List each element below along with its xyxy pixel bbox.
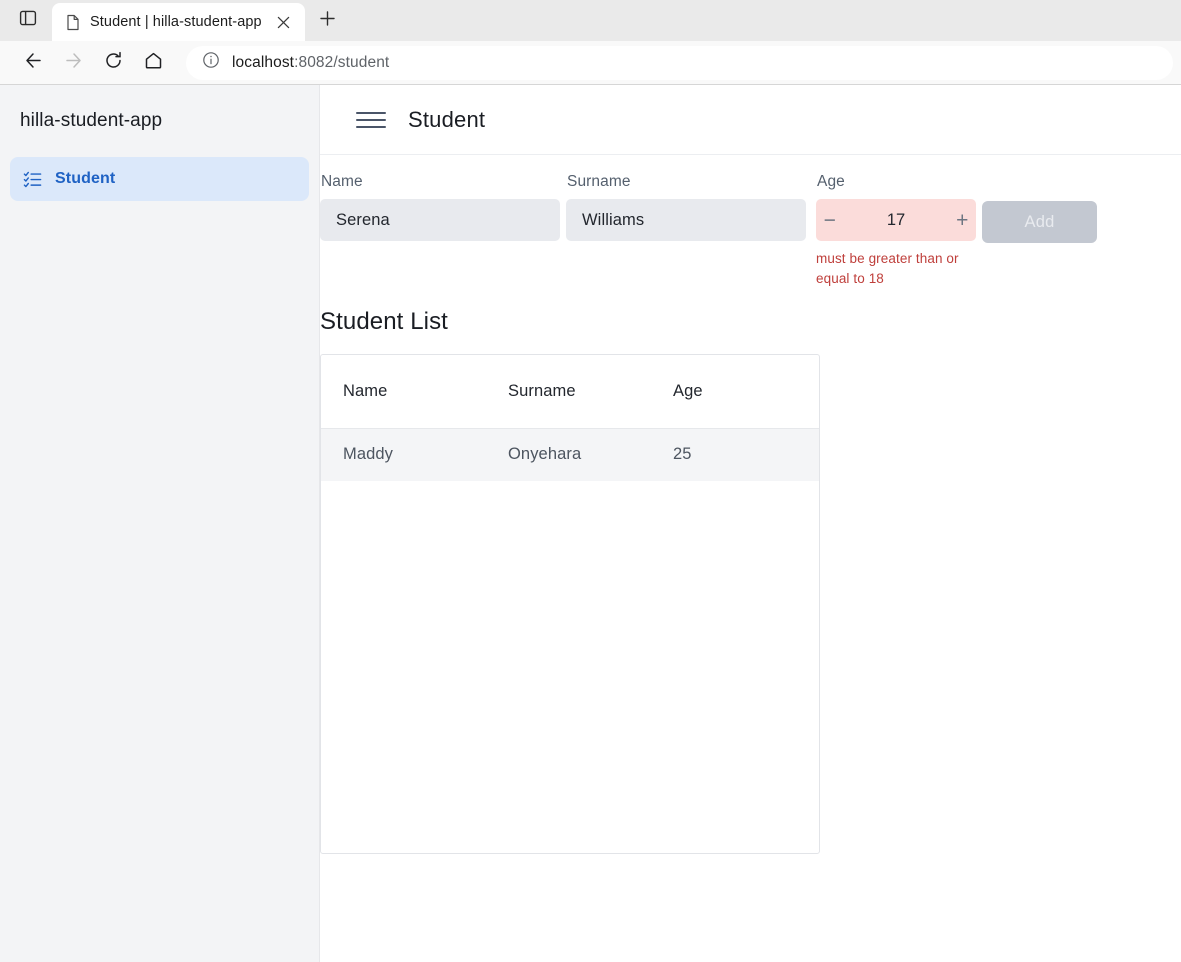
content-area: Name Surname Age − + must be greater tha… bbox=[320, 155, 1181, 962]
browser-toolbar: localhost:8082/student bbox=[0, 41, 1181, 85]
browser-tab-active[interactable]: Student | hilla-student-app bbox=[52, 3, 305, 41]
add-button[interactable]: Add bbox=[982, 201, 1097, 243]
age-input[interactable] bbox=[843, 210, 949, 230]
grid-header-age[interactable]: Age bbox=[651, 382, 791, 401]
grid-body: Maddy Onyehara 25 bbox=[321, 428, 819, 853]
checklist-icon bbox=[22, 169, 42, 189]
reload-icon bbox=[103, 50, 124, 76]
hamburger-icon[interactable] bbox=[356, 105, 386, 135]
tab-search-button[interactable] bbox=[10, 2, 46, 38]
student-form: Name Surname Age − + must be greater tha… bbox=[320, 155, 1181, 290]
browser-tab-title: Student | hilla-student-app bbox=[90, 14, 262, 30]
browser-chrome: Student | hilla-student-app localhost:80… bbox=[0, 0, 1181, 85]
arrow-right-icon bbox=[63, 50, 84, 76]
surname-input[interactable] bbox=[566, 199, 806, 241]
sidebar-item-student[interactable]: Student bbox=[10, 157, 309, 201]
back-button[interactable] bbox=[14, 46, 52, 80]
address-bar[interactable]: localhost:8082/student bbox=[186, 45, 1173, 80]
name-field-group: Name bbox=[320, 173, 560, 241]
grid-header-surname[interactable]: Surname bbox=[486, 382, 651, 401]
minus-icon[interactable]: − bbox=[816, 199, 844, 241]
table-row[interactable]: Maddy Onyehara 25 bbox=[321, 428, 819, 481]
arrow-left-icon bbox=[23, 50, 44, 76]
grid-header-row: Name Surname Age bbox=[321, 355, 819, 429]
grid-header-name[interactable]: Name bbox=[321, 382, 486, 401]
page-title: Student bbox=[408, 106, 486, 132]
main-column: Student Name Surname Age − bbox=[320, 85, 1181, 962]
app-viewport: hilla-student-app Student Student Name S… bbox=[0, 85, 1181, 962]
age-error-message: must be greater than or equal to 18 bbox=[816, 251, 959, 287]
address-bar-host: localhost bbox=[232, 53, 295, 71]
page-icon bbox=[64, 14, 81, 31]
home-button[interactable] bbox=[134, 46, 172, 80]
hamburger-line bbox=[356, 118, 386, 121]
app-sidebar: hilla-student-app Student bbox=[0, 85, 320, 962]
close-icon[interactable] bbox=[271, 9, 297, 35]
age-stepper: − + bbox=[816, 199, 976, 241]
student-grid[interactable]: Name Surname Age Maddy Onyehara 25 bbox=[320, 353, 820, 854]
age-label: Age bbox=[817, 173, 845, 190]
hamburger-line bbox=[356, 111, 386, 114]
reload-button[interactable] bbox=[94, 46, 132, 80]
forward-button[interactable] bbox=[54, 46, 92, 80]
tab-list-icon bbox=[18, 8, 38, 33]
tab-strip: Student | hilla-student-app bbox=[0, 0, 1181, 41]
hamburger-line bbox=[356, 125, 386, 128]
name-label: Name bbox=[321, 173, 363, 190]
address-bar-url: localhost:8082/student bbox=[232, 54, 389, 72]
cell-surname: Onyehara bbox=[508, 445, 582, 463]
plus-icon bbox=[319, 10, 336, 32]
student-list-heading: Student List bbox=[320, 307, 448, 335]
age-field-group: Age − + must be greater than or equal to… bbox=[816, 173, 976, 290]
app-header: Student bbox=[320, 85, 1181, 155]
surname-label: Surname bbox=[567, 173, 631, 190]
address-bar-path: :8082/student bbox=[294, 53, 390, 71]
sidebar-nav-list: Student bbox=[0, 157, 319, 201]
sidebar-item-label: Student bbox=[55, 170, 116, 187]
plus-icon[interactable]: + bbox=[948, 199, 976, 241]
home-icon bbox=[143, 50, 164, 76]
surname-field-group: Surname bbox=[566, 173, 806, 241]
app-brand-title: hilla-student-app bbox=[20, 110, 163, 131]
cell-name: Maddy bbox=[343, 445, 394, 463]
name-input[interactable] bbox=[320, 199, 560, 241]
new-tab-button[interactable] bbox=[311, 4, 345, 38]
cell-age: 25 bbox=[673, 445, 692, 463]
info-circle-icon[interactable] bbox=[202, 51, 220, 74]
student-list-section: Student List Name Surname Age Maddy Onye… bbox=[320, 308, 1181, 854]
